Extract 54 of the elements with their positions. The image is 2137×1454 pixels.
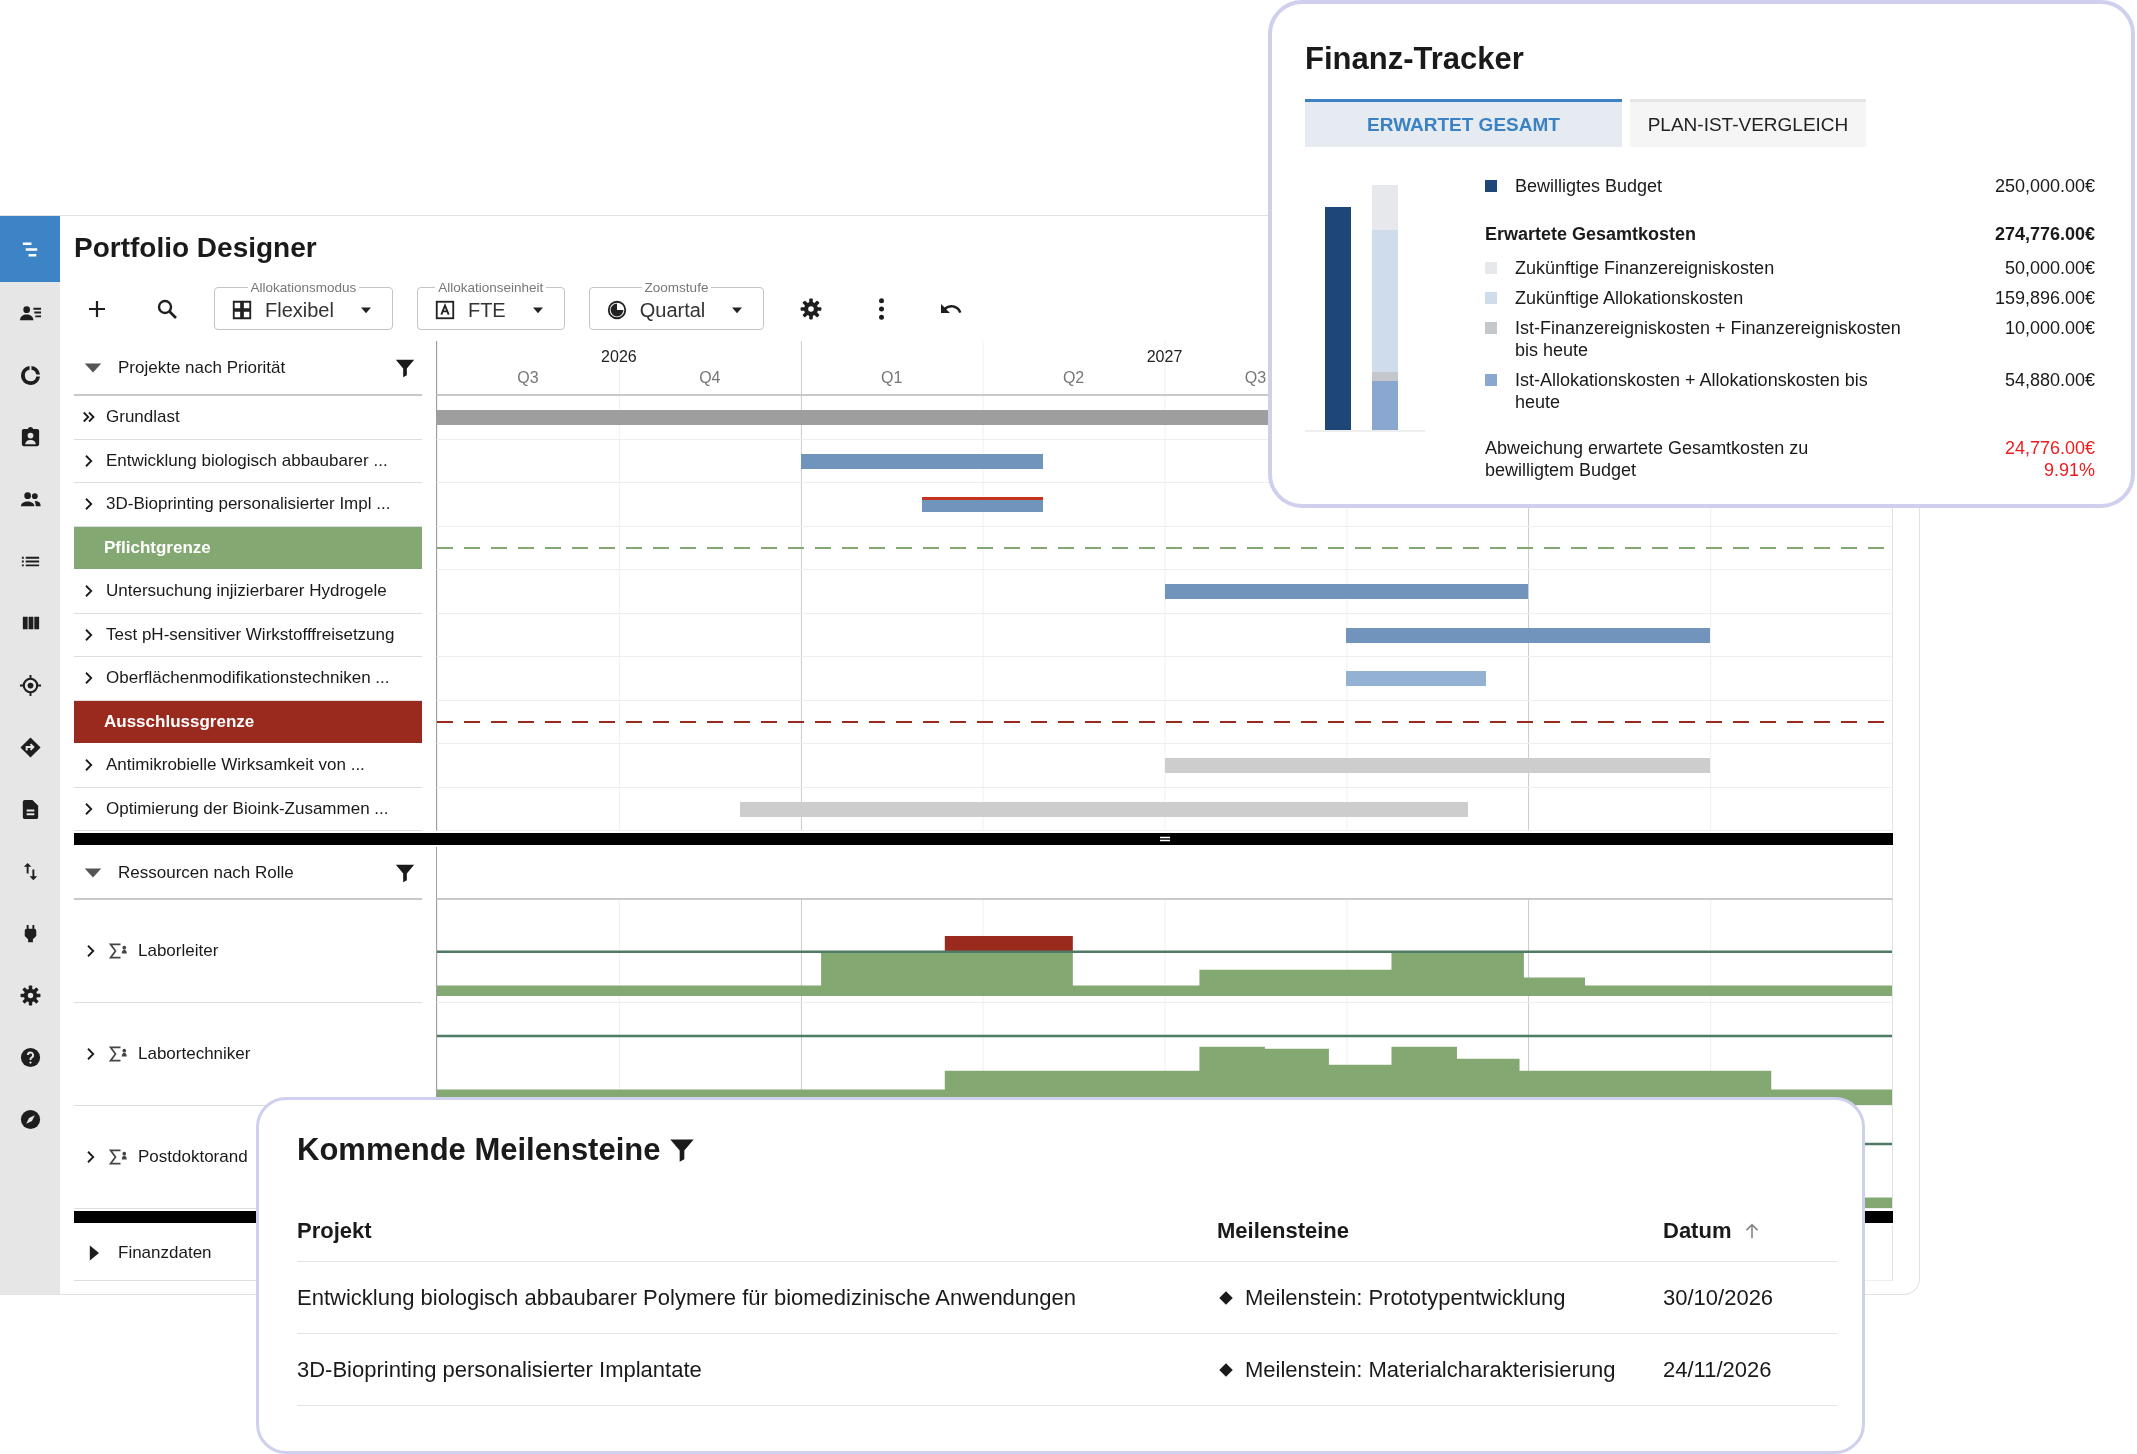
quarter-label: Q3	[1244, 369, 1267, 387]
role-name[interactable]: Laborleiter	[138, 941, 219, 961]
quarter-label: Q1	[881, 369, 903, 387]
card-title: Finanz-Tracker	[1305, 41, 1525, 77]
tab[interactable]: PLAN-IST-VERGLEICH	[1630, 99, 1866, 147]
project-name[interactable]: Oberflächenmodifikationstechniken ...	[106, 668, 390, 689]
table-cell: Meilenstein: Prototypentwicklung	[1245, 1284, 1566, 1311]
threshold-label: Ausschlussgrenze	[74, 700, 422, 744]
column-header[interactable]: Datum	[1663, 1200, 1837, 1262]
project-name[interactable]: Untersuchung injizierbarer Hydrogele	[106, 581, 387, 602]
role-name[interactable]: Labortechniker	[138, 1044, 251, 1064]
dropdown[interactable]: Zoomstufe Quartal	[588, 280, 765, 330]
legend-label: Bewilligtes Budget	[1515, 175, 1664, 197]
legend-label: Ist-Finanzereigniskosten + Finanzereigniskosten bis heute	[1515, 317, 1902, 361]
card-title: Kommende Meilensteine	[297, 1132, 661, 1168]
amount: 159,896.00€	[1993, 287, 2095, 309]
column-header[interactable]: Meilensteine	[1217, 1200, 1663, 1262]
column-header[interactable]: Projekt	[297, 1200, 1217, 1262]
amount: 10,000.00€	[2003, 317, 2095, 339]
deviation-percent: 9.91%	[2043, 459, 2095, 481]
deviation-label: Abweichung erwartete Gesamtkosten zu bewilligtem Budget	[1485, 437, 1810, 481]
year-label: 2027	[1146, 348, 1183, 365]
dropdown[interactable]: Allokationsmodus Flexibel	[214, 280, 393, 330]
amount: 250,000.00€	[1993, 175, 2095, 197]
table-cell: Entwicklung biologisch abbaubarer Polymere für biomedizinische Anwendungen	[297, 1262, 1217, 1334]
table-cell: Meilenstein: Materialcharakterisierung	[1245, 1356, 1616, 1383]
table-cell: 3D-Bioprinting personalisierter Implantate	[297, 1334, 1217, 1406]
quarter-label: Q4	[699, 369, 721, 387]
quarter-label: Q2	[1062, 369, 1085, 387]
role-name[interactable]: Postdoktorand	[138, 1147, 248, 1167]
project-name[interactable]: Test pH-sensitiver Wirkstofffreisetzung	[106, 624, 395, 645]
section-title: Projekte nach Priorität	[118, 357, 287, 378]
amount: 54,880.00€	[2003, 369, 2095, 391]
total-amount: 274,776.00€	[1993, 223, 2095, 245]
section-title: Ressourcen nach Rolle	[118, 862, 295, 883]
legend-label: Zukünftige Allokationskosten	[1515, 287, 1745, 309]
threshold-label: Pflichtgrenze	[74, 526, 422, 570]
deviation-amount: 24,776.00€	[2004, 437, 2095, 459]
project-name[interactable]: Entwicklung biologisch abbaubarer ...	[106, 450, 388, 471]
legend-label: Zukünftige Finanzereigniskosten	[1515, 257, 1776, 279]
project-name[interactable]: 3D-Bioprinting personalisierter Impl ...	[106, 494, 391, 515]
project-name[interactable]: Optimierung der Bioink-Zusammen ...	[106, 798, 389, 819]
table-cell: 30/10/2026	[1663, 1262, 1837, 1334]
page-title: Portfolio Designer	[74, 231, 317, 265]
section-title: Finanzdaten	[118, 1242, 212, 1263]
legend-label: Ist-Allokationskosten + Allokationskosten bis heute	[1515, 369, 1869, 413]
total-label: Erwartete Gesamtkosten	[1485, 223, 1698, 245]
amount: 50,000.00€	[2003, 257, 2095, 279]
project-name[interactable]: Grundlast	[106, 407, 180, 428]
quarter-label: Q3	[517, 369, 539, 387]
project-name[interactable]: Antimikrobielle Wirksamkeit von ...	[106, 755, 365, 776]
dropdown[interactable]: Allokationseinheit FTE	[416, 280, 565, 330]
table-cell: 24/11/2026	[1663, 1334, 1837, 1406]
year-label: 2026	[601, 348, 637, 365]
